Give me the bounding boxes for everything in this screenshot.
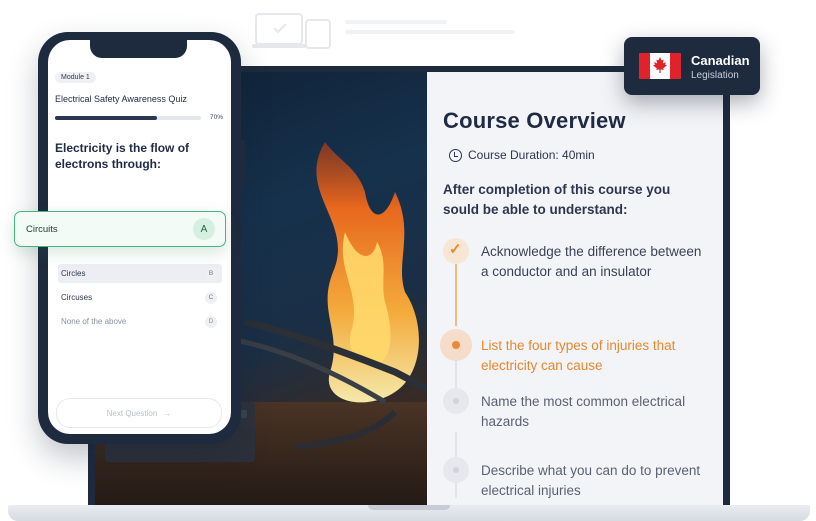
step-text: Acknowledge the difference between a con… (481, 244, 702, 279)
option-key: C (205, 291, 217, 304)
course-intro: After completion of this course you soul… (443, 182, 671, 217)
next-question-button[interactable]: Next Question → (56, 398, 222, 428)
module-pill: Module 1 (55, 72, 96, 83)
step-text: Name the most common electrical hazards (481, 394, 686, 429)
quiz-progress-fill (55, 116, 158, 120)
badge-title: Canadian (691, 53, 750, 68)
ghost-caption (345, 20, 515, 44)
selected-answer-label: Circuits (26, 223, 58, 235)
answer-option-a-selected[interactable]: Circuits A (14, 211, 226, 247)
laptop-base (8, 505, 810, 521)
quiz-title: Electrical Safety Awareness Quiz (55, 94, 187, 104)
step-text: List the four types of injuries that ele… (481, 338, 676, 373)
next-question-label: Next Question (106, 408, 158, 418)
course-title: Course Overview (443, 108, 626, 133)
check-icon (443, 238, 469, 264)
option-key: D (205, 315, 217, 328)
canada-flag-icon (639, 53, 681, 79)
canadian-legislation-badge: Canadian Legislation (624, 37, 760, 95)
clock-icon (449, 148, 462, 162)
answer-option-b[interactable]: Circles B (58, 264, 222, 283)
step-connector (455, 264, 457, 326)
course-duration-text: Course Duration: 40min (468, 148, 595, 162)
selected-answer-key: A (193, 218, 215, 240)
step-text: Describe what you can do to prevent elec… (481, 463, 701, 498)
quiz-progress-bar (55, 116, 201, 120)
answer-option-d[interactable]: None of the above D (58, 312, 222, 331)
arrow-right-icon: → (163, 408, 172, 418)
quiz-question: Electricity is the flow of electrons thr… (55, 141, 190, 171)
option-label: Circuses (61, 293, 93, 302)
option-label: Circles (61, 269, 86, 278)
option-label: None of the above (61, 317, 127, 326)
option-key: B (205, 267, 217, 280)
course-duration: Course Duration: 40min (449, 148, 723, 162)
pending-step-icon (443, 388, 469, 414)
quiz-progress-label: 70% (210, 114, 224, 121)
phone-notch (90, 40, 187, 58)
current-step-icon (440, 329, 472, 361)
answer-option-c[interactable]: Circuses C (58, 288, 222, 307)
pending-step-icon (443, 457, 469, 483)
badge-subtitle: Legislation (691, 70, 739, 81)
course-overview-panel: Course Overview Course Duration: 40min A… (427, 72, 723, 506)
devices-icon (252, 13, 331, 49)
